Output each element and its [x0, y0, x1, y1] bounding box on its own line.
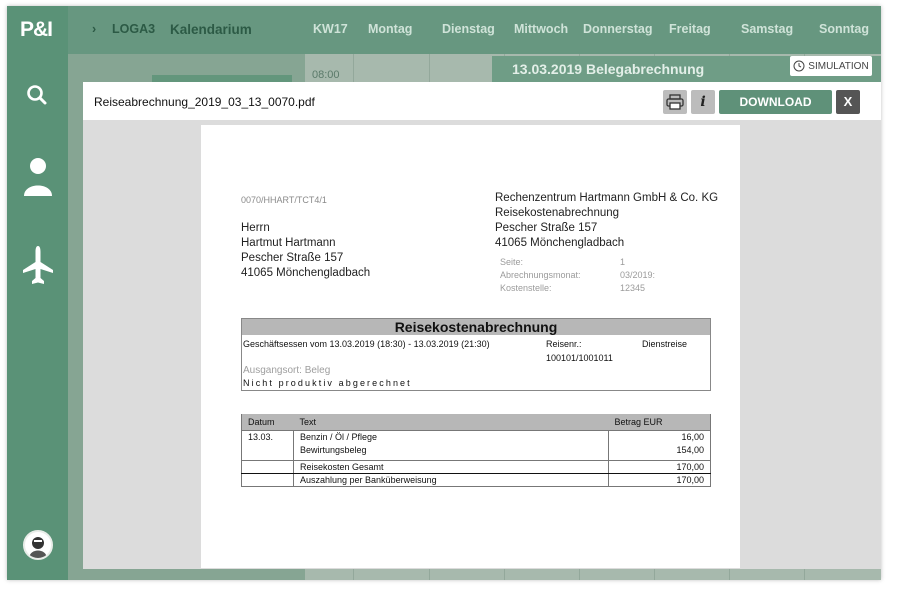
non-productive-note: Nicht produktiv abgerechnet: [243, 378, 412, 388]
total-label: Reisekosten Gesamt: [293, 460, 609, 474]
day-thursday: Donnerstag: [583, 22, 653, 36]
app-window: › LOGA3 Kalendarium KW17 Montag Dienstag…: [7, 6, 881, 580]
item-text: Bewirtungsbeleg: [300, 444, 367, 455]
time-label: 08:00: [312, 69, 340, 81]
breadcrumb-module[interactable]: LOGA3: [112, 22, 155, 36]
trip-summary-box: Reisekostenabrechnung Geschäftsessen vom…: [241, 318, 711, 391]
meta-value: 03/2019:: [620, 270, 656, 280]
company-line: Rechenzentrum Hartmann GmbH & Co. KG: [495, 192, 719, 204]
recipient-line: 41065 Mönchengladbach: [241, 267, 371, 279]
total-row: Reisekosten Gesamt 170,00: [241, 460, 711, 474]
day-monday: Montag: [368, 22, 413, 36]
meta-key: Seite:: [500, 257, 524, 267]
column-header: Betrag EUR: [608, 414, 711, 431]
day-sunday: Sonntag: [819, 22, 869, 36]
day-tuesday: Dienstag: [442, 22, 495, 36]
user-icon[interactable]: [21, 154, 55, 196]
day-friday: Freitag: [669, 22, 711, 36]
pdf-preview-modal: Reiseabrechnung_2019_03_13_0070.pdf i DO…: [83, 82, 881, 569]
trip-number: 100101/1001011: [546, 353, 613, 363]
print-button[interactable]: [663, 90, 687, 114]
pdf-filename: Reiseabrechnung_2019_03_13_0070.pdf: [94, 95, 315, 109]
item-amount: 16,00: [681, 431, 704, 442]
trip-number-label: Reisenr.:: [546, 339, 582, 349]
item-amount: 154,00: [676, 444, 704, 455]
cost-table: Datum Text Betrag EUR 13.03. Benzin / Öl…: [241, 414, 711, 487]
payout-row: Auszahlung per Banküberweisung 170,00: [241, 473, 711, 487]
breadcrumb-page: Kalendarium: [170, 22, 252, 37]
download-button[interactable]: DOWNLOAD: [719, 90, 832, 114]
company-line: 41065 Mönchengladbach: [495, 237, 625, 249]
event-title: 13.03.2019 Belegabrechnung: [512, 61, 705, 77]
pdf-page: 0070/HHART/TCT4/1 Herrn Hartmut Hartmann…: [201, 125, 740, 568]
recipient-line: Herrn: [241, 222, 270, 234]
document-reference: 0070/HHART/TCT4/1: [241, 195, 327, 205]
sidebar: P&I: [7, 6, 68, 580]
document-heading: Reisekostenabrechnung: [242, 319, 710, 335]
item-text: Benzin / Öl / Pflege: [300, 431, 378, 442]
avatar[interactable]: [23, 530, 53, 560]
total-amount: 170,00: [608, 460, 711, 474]
search-icon[interactable]: [21, 81, 55, 121]
recipient-address: Herrn Hartmut Hartmann Pescher Straße 15…: [241, 221, 370, 281]
trip-origin: Ausgangsort: Beleg: [243, 365, 331, 376]
column-header: Text: [293, 414, 609, 431]
week-label: KW17: [313, 22, 348, 36]
day-wednesday: Mittwoch: [514, 22, 569, 36]
printer-icon: [666, 94, 684, 110]
company-address: Rechenzentrum Hartmann GmbH & Co. KG Rei…: [495, 191, 718, 251]
company-line: Pescher Straße 157: [495, 222, 598, 234]
simulation-label: SIMULATION: [808, 60, 869, 72]
modal-header: Reiseabrechnung_2019_03_13_0070.pdf i DO…: [83, 82, 881, 120]
payout-label: Auszahlung per Banküberweisung: [293, 473, 609, 487]
meta-key: Kostenstelle:: [500, 283, 552, 293]
recipient-line: Pescher Straße 157: [241, 252, 344, 264]
meta-value: 12345: [620, 283, 646, 293]
trip-type: Dienstreise: [642, 339, 688, 349]
airplane-icon[interactable]: [21, 244, 55, 284]
day-saturday: Samstag: [741, 22, 794, 36]
info-button[interactable]: i: [691, 90, 715, 114]
clock-icon: [793, 60, 805, 72]
row-date: 13.03.: [241, 430, 294, 461]
app-logo: P&I: [20, 18, 53, 41]
column-header: Datum: [241, 414, 294, 431]
company-line: Reisekostenabrechnung: [495, 207, 620, 219]
recipient-line: Hartmut Hartmann: [241, 237, 336, 249]
table-row: 13.03. Benzin / Öl / Pflege Bewirtungsbe…: [241, 430, 711, 461]
trip-description: Geschäftsessen vom 13.03.2019 (18:30) - …: [243, 339, 490, 349]
breadcrumb-arrow: ›: [92, 22, 97, 36]
document-meta: Seite: 1 Abrechnungsmonat: 03/2019: Kosten…: [500, 256, 655, 295]
meta-value: 1: [620, 257, 626, 267]
close-button[interactable]: X: [836, 90, 860, 114]
meta-key: Abrechnungsmonat:: [500, 270, 581, 280]
simulation-button[interactable]: SIMULATION: [790, 56, 872, 76]
payout-amount: 170,00: [608, 473, 711, 487]
